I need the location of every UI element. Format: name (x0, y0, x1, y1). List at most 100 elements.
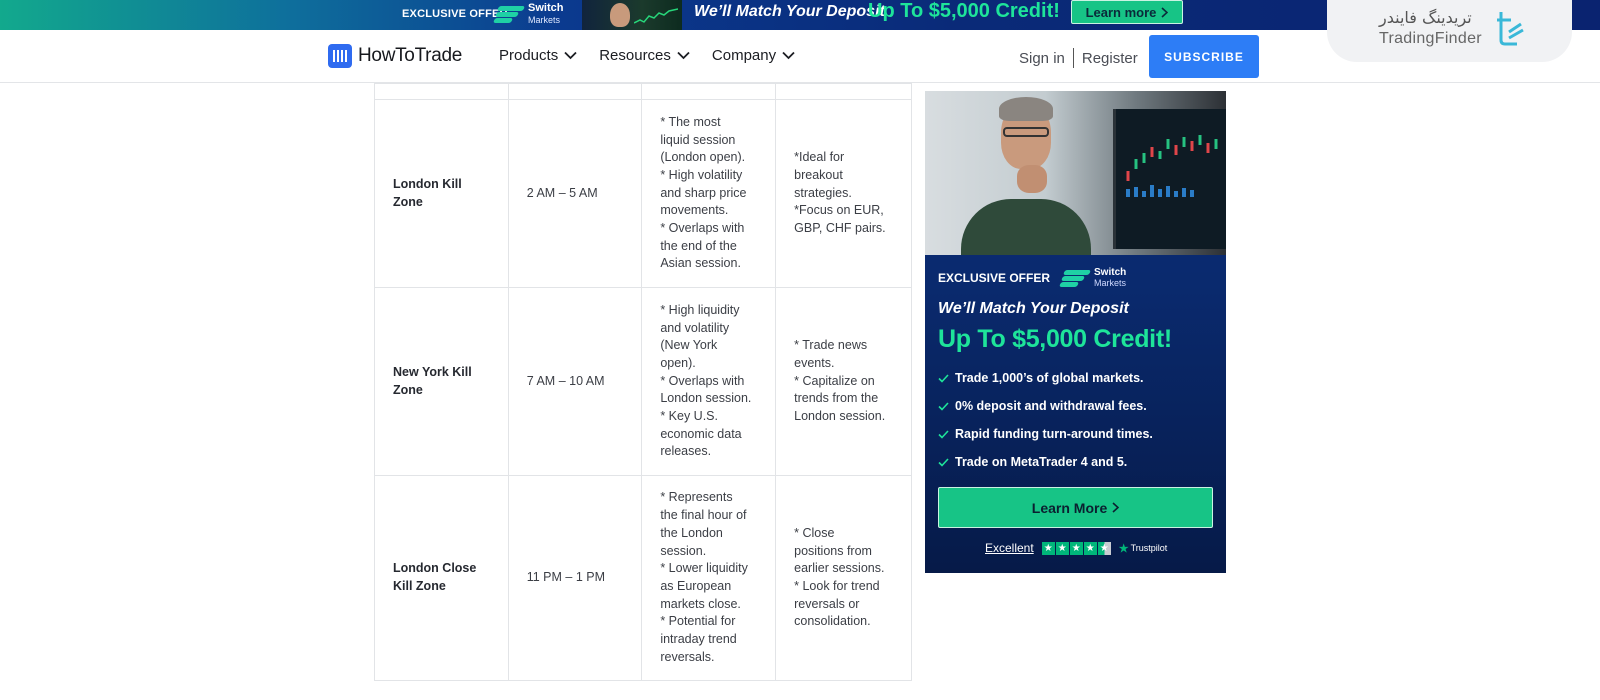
cell-line: and volatility (660, 320, 730, 335)
cell-line: * High volatility (660, 167, 743, 182)
cell-line: trends from the (794, 391, 879, 406)
chevron-down-icon (677, 51, 690, 60)
cell-line: *Ideal for (794, 150, 845, 165)
main-menu: Products Resources Company (499, 47, 795, 64)
table-cell (507, 83, 643, 100)
zone-strategy: * Trade news events. * Capitalize on tre… (775, 287, 912, 476)
cell-line: earlier sessions. (794, 561, 885, 576)
chevron-down-icon (564, 51, 577, 60)
ad-credit: Up To $5,000 Credit! (938, 325, 1172, 353)
zone-name: London Kill Zone (374, 99, 509, 288)
watermark-english: TradingFinder (1379, 30, 1482, 47)
cell-line: * Represents (660, 490, 733, 505)
cell-line: reversals. (660, 649, 715, 664)
ad-headline: We’ll Match Your Deposit (938, 300, 1129, 317)
cell-line: (London open). (660, 150, 746, 165)
trustpilot-logo: ★ Trustpilot (1119, 542, 1168, 555)
zone-strategy: *Ideal for breakout strategies. *Focus o… (775, 99, 912, 288)
cell-line: positions from (794, 543, 872, 558)
cell-line: open). (660, 355, 696, 370)
cell-line: London session. (794, 409, 886, 424)
zone-characteristics: * Represents the final hour of the Londo… (641, 475, 777, 681)
zone-characteristics: * High liquidity and volatility (New Yor… (641, 287, 777, 476)
feature-text: 0% deposit and withdrawal fees. (955, 399, 1147, 413)
table-cell (775, 83, 912, 100)
menu-company-label: Company (711, 47, 777, 64)
table-cell (374, 83, 509, 100)
promo-exclusive-label: EXCLUSIVE OFFER (402, 8, 508, 20)
ad-brand-line2: Markets (1094, 278, 1127, 288)
promo-brand-line2: Markets (528, 15, 561, 25)
cell-line: * Potential for (660, 614, 736, 629)
ad-learn-more-label: Learn More (1031, 499, 1108, 516)
rating-stars: ★ ★ ★ ★ ★ (1041, 541, 1111, 555)
ad-feature-list: Trade 1,000’s of global markets. 0% depo… (938, 364, 1153, 476)
promo-learn-more-label: Learn more (1085, 4, 1157, 20)
menu-resources[interactable]: Resources (599, 47, 690, 64)
cell-line: * Lower liquidity (660, 561, 748, 576)
howtotrade-logo-icon (328, 44, 352, 68)
cell-line: events. (794, 355, 835, 370)
check-icon (938, 457, 949, 467)
cell-line: breakout (794, 167, 843, 182)
zone-name: New York Kill Zone (374, 287, 509, 476)
promo-brand-line1: Switch (528, 2, 564, 14)
switch-markets-mark-icon (1058, 270, 1092, 287)
watermark-persian: تریدینگ فایندر (1379, 8, 1472, 27)
ad-trader-photo (925, 91, 1226, 255)
cell-line: * Look for trend (794, 579, 880, 593)
list-item: Trade 1,000’s of global markets. (938, 364, 1153, 392)
zone-name: London Close Kill Zone (374, 475, 509, 681)
register-link[interactable]: Register (1082, 50, 1138, 67)
cell-line: as European (660, 579, 732, 593)
feature-text: Trade 1,000’s of global markets. (955, 371, 1144, 385)
cell-line: reversals or (794, 596, 860, 611)
cell-line: strategies. (794, 185, 852, 200)
half-star-icon: ★ (1097, 541, 1111, 555)
sign-in-link[interactable]: Sign in (1019, 50, 1065, 67)
cell-line: releases. (660, 444, 712, 459)
list-item: 0% deposit and withdrawal fees. (938, 392, 1153, 420)
chevron-down-icon (782, 51, 795, 60)
feature-text: Trade on MetaTrader 4 and 5. (955, 455, 1128, 469)
cell-line: the London (660, 525, 723, 540)
trustpilot-rating[interactable]: Excellent ★ ★ ★ ★ ★ ★ Trustpilot (985, 541, 1167, 555)
subscribe-button[interactable]: SUBSCRIBE (1149, 35, 1259, 78)
howtotrade-logo[interactable]: HowToTrade (328, 44, 462, 68)
cell-line: * Close (794, 525, 835, 540)
cell-line: *Focus on EUR, (794, 203, 884, 218)
cell-line: * Key U.S. (660, 409, 718, 424)
brand-name: HowToTrade (358, 45, 463, 66)
promo-headline: We’ll Match Your Deposit (694, 3, 885, 20)
zone-time: 7 AM – 10 AM (507, 287, 643, 476)
kill-zones-table: London Kill Zone 2 AM – 5 AM * The most … (374, 83, 912, 681)
ad-learn-more-button[interactable]: Learn More (938, 487, 1213, 528)
table-row: London Close Kill Zone 11 PM – 1 PM * Re… (374, 475, 912, 681)
table-cell (641, 83, 777, 100)
promo-trader-photo (582, 0, 682, 30)
promo-learn-more-button[interactable]: Learn more (1071, 0, 1183, 24)
ad-exclusive-label: EXCLUSIVE OFFER (938, 271, 1051, 285)
cell-line: GBP, CHF pairs. (794, 221, 886, 236)
cell-line: session. (660, 543, 707, 558)
monitor-chart (1113, 109, 1226, 249)
tradingfinder-logo-icon (1497, 12, 1524, 46)
cell-line: consolidation. (794, 614, 871, 629)
cell-line: * Capitalize on (794, 373, 875, 388)
cell-line: movements. (660, 203, 729, 218)
zone-characteristics: * The most liquid session (London open).… (641, 99, 777, 288)
trustpilot-name: Trustpilot (1130, 543, 1168, 553)
side-ad[interactable]: EXCLUSIVE OFFER Switch Markets We’ll Mat… (925, 91, 1226, 573)
tradingfinder-watermark: تریدینگ فایندر TradingFinder (1327, 0, 1572, 62)
cell-line: the end of the (660, 238, 737, 253)
ad-brand-line1: Switch (1094, 267, 1127, 278)
check-icon (938, 373, 949, 383)
menu-products[interactable]: Products (499, 47, 577, 64)
cell-line: * Overlaps with (660, 373, 745, 388)
menu-company[interactable]: Company (712, 47, 795, 64)
cell-line: liquid session (660, 132, 736, 147)
table-row (374, 83, 912, 100)
cell-line: * Overlaps with (660, 221, 745, 236)
cell-line: Asian session. (660, 256, 741, 271)
cell-line: * High liquidity (660, 302, 740, 317)
